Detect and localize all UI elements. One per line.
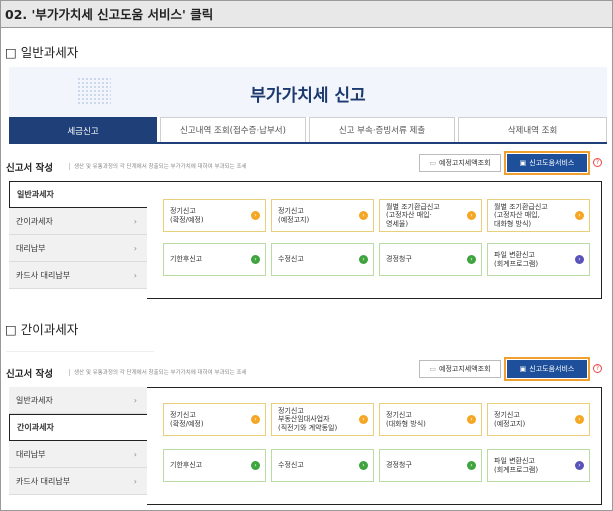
sidebar-item-agency[interactable]: 대리납부 ›: [9, 235, 147, 262]
card-file-conversion[interactable]: 파일 변환신고 (회계프로그램) ›: [487, 449, 590, 482]
card-regular-confirm[interactable]: 정기신고 (확정/예정) ›: [163, 199, 266, 232]
card-late-report[interactable]: 기한후신고 ›: [163, 449, 266, 482]
card-regular-notice[interactable]: 정기신고 (예정고지) ›: [487, 403, 590, 436]
card-amended-report[interactable]: 수정신고 ›: [271, 243, 374, 276]
sidebar-item-general[interactable]: 일반과세자: [9, 181, 147, 208]
arrow-right-icon: ›: [251, 255, 260, 264]
arrow-right-icon: ›: [251, 415, 260, 424]
sidebar-general: 일반과세자 간이과세자 › 대리납부 › 카드사 대리납부 ›: [9, 181, 147, 289]
banner-title: 부가가치세 신고: [250, 86, 366, 106]
arrow-right-icon: ›: [467, 211, 476, 220]
sidebar-item-general[interactable]: 일반과세자 ›: [9, 387, 147, 414]
card-regular-confirm[interactable]: 정기신고 (확정/예정) ›: [163, 403, 266, 436]
card-regular-interactive[interactable]: 정기신고 (대화형 방식) ›: [379, 403, 482, 436]
section-simplified-label: □ 간이과세자: [5, 322, 79, 337]
document-icon: ▭: [429, 365, 437, 373]
arrow-right-icon: ›: [359, 461, 368, 470]
chevron-right-icon: ›: [133, 449, 137, 459]
document-icon: ▭: [429, 159, 437, 167]
sidebar-item-simplified[interactable]: 간이과세자: [9, 414, 147, 441]
tab-attachments[interactable]: 신고 부속·증빙서류 제출: [309, 117, 455, 142]
sidebar-item-simplified[interactable]: 간이과세자 ›: [9, 208, 147, 235]
notice-tax-button[interactable]: ▭ 예정고지세액조회: [419, 154, 501, 172]
arrow-right-icon: ›: [467, 415, 476, 424]
page-title: 02. '부가가치세 신고도움 서비스' 클릭: [1, 1, 612, 28]
sidebar-simplified: 일반과세자 › 간이과세자 대리납부 › 카드사 대리납부 ›: [9, 387, 147, 495]
chevron-right-icon: ›: [133, 216, 137, 226]
highlight-box: [504, 151, 590, 175]
chevron-right-icon: ›: [133, 395, 137, 405]
card-regular-notice[interactable]: 정기신고 (예정고지) ›: [271, 199, 374, 232]
notice-tax-button[interactable]: ▭ 예정고지세액조회: [419, 360, 501, 378]
arrow-right-icon: ›: [359, 211, 368, 220]
arrow-right-icon: ›: [575, 415, 584, 424]
sidebar-item-agency[interactable]: 대리납부 ›: [9, 441, 147, 468]
tab-bar: 세금신고 신고내역 조회(접수증·납부서) 신고 부속·증빙서류 제출 삭제내역…: [9, 117, 607, 144]
card-monthly-refund[interactable]: 월별 조기환급신고 (고정자산 매입· 영세율) ›: [379, 199, 482, 232]
card-regular-real-estate[interactable]: 정기신고 부동산임대사업자 (직전기와 계약동일) ›: [271, 403, 374, 436]
sidebar-item-card-agency[interactable]: 카드사 대리납부 ›: [9, 468, 147, 495]
help-question-icon[interactable]: ?: [593, 158, 602, 167]
help-question-icon[interactable]: ?: [593, 364, 602, 373]
sidebar-item-card-agency[interactable]: 카드사 대리납부 ›: [9, 262, 147, 289]
arrow-right-icon: ›: [467, 255, 476, 264]
card-monthly-refund-interactive[interactable]: 월별 조기환급신고 (고정자산 매입, 대화형 방식) ›: [487, 199, 590, 232]
highlight-box: [504, 357, 590, 381]
tab-report-history[interactable]: 신고내역 조회(접수증·납부서): [160, 117, 306, 142]
hero-banner: 부가가치세 신고: [9, 67, 607, 117]
divider: [6, 351, 154, 352]
chevron-right-icon: ›: [133, 243, 137, 253]
arrow-right-icon: ›: [575, 461, 584, 470]
arrow-right-icon: ›: [575, 255, 584, 264]
section-general-label: □ 일반과세자: [5, 45, 79, 60]
report-title: 신고서 작성: [6, 369, 54, 380]
arrow-right-icon: ›: [467, 461, 476, 470]
card-file-conversion[interactable]: 파일 변환신고 (회계프로그램) ›: [487, 243, 590, 276]
report-description: 생산 및 유통과정의 각 단계에서 창출되는 부가가치에 대하여 부과되는 조세: [65, 368, 247, 376]
tab-deleted-history[interactable]: 삭제내역 조회: [458, 117, 607, 142]
tab-tax-report[interactable]: 세금신고: [9, 117, 157, 144]
arrow-right-icon: ›: [359, 255, 368, 264]
chevron-right-icon: ›: [133, 476, 137, 486]
chevron-right-icon: ›: [133, 270, 137, 280]
arrow-right-icon: ›: [251, 461, 260, 470]
card-amended-report[interactable]: 수정신고 ›: [271, 449, 374, 482]
document-page: 02. '부가가치세 신고도움 서비스' 클릭 □ 일반과세자 부가가치세 신고…: [0, 0, 613, 511]
card-correction-claim[interactable]: 경정청구 ›: [379, 449, 482, 482]
card-correction-claim[interactable]: 경정청구 ›: [379, 243, 482, 276]
report-description: 생산 및 유통과정의 각 단계에서 창출되는 부가가치에 대하여 부과되는 조세: [65, 162, 247, 170]
arrow-right-icon: ›: [575, 211, 584, 220]
report-title: 신고서 작성: [6, 163, 54, 174]
arrow-right-icon: ›: [251, 211, 260, 220]
arrow-right-icon: ›: [359, 415, 368, 424]
card-late-report[interactable]: 기한후신고 ›: [163, 243, 266, 276]
